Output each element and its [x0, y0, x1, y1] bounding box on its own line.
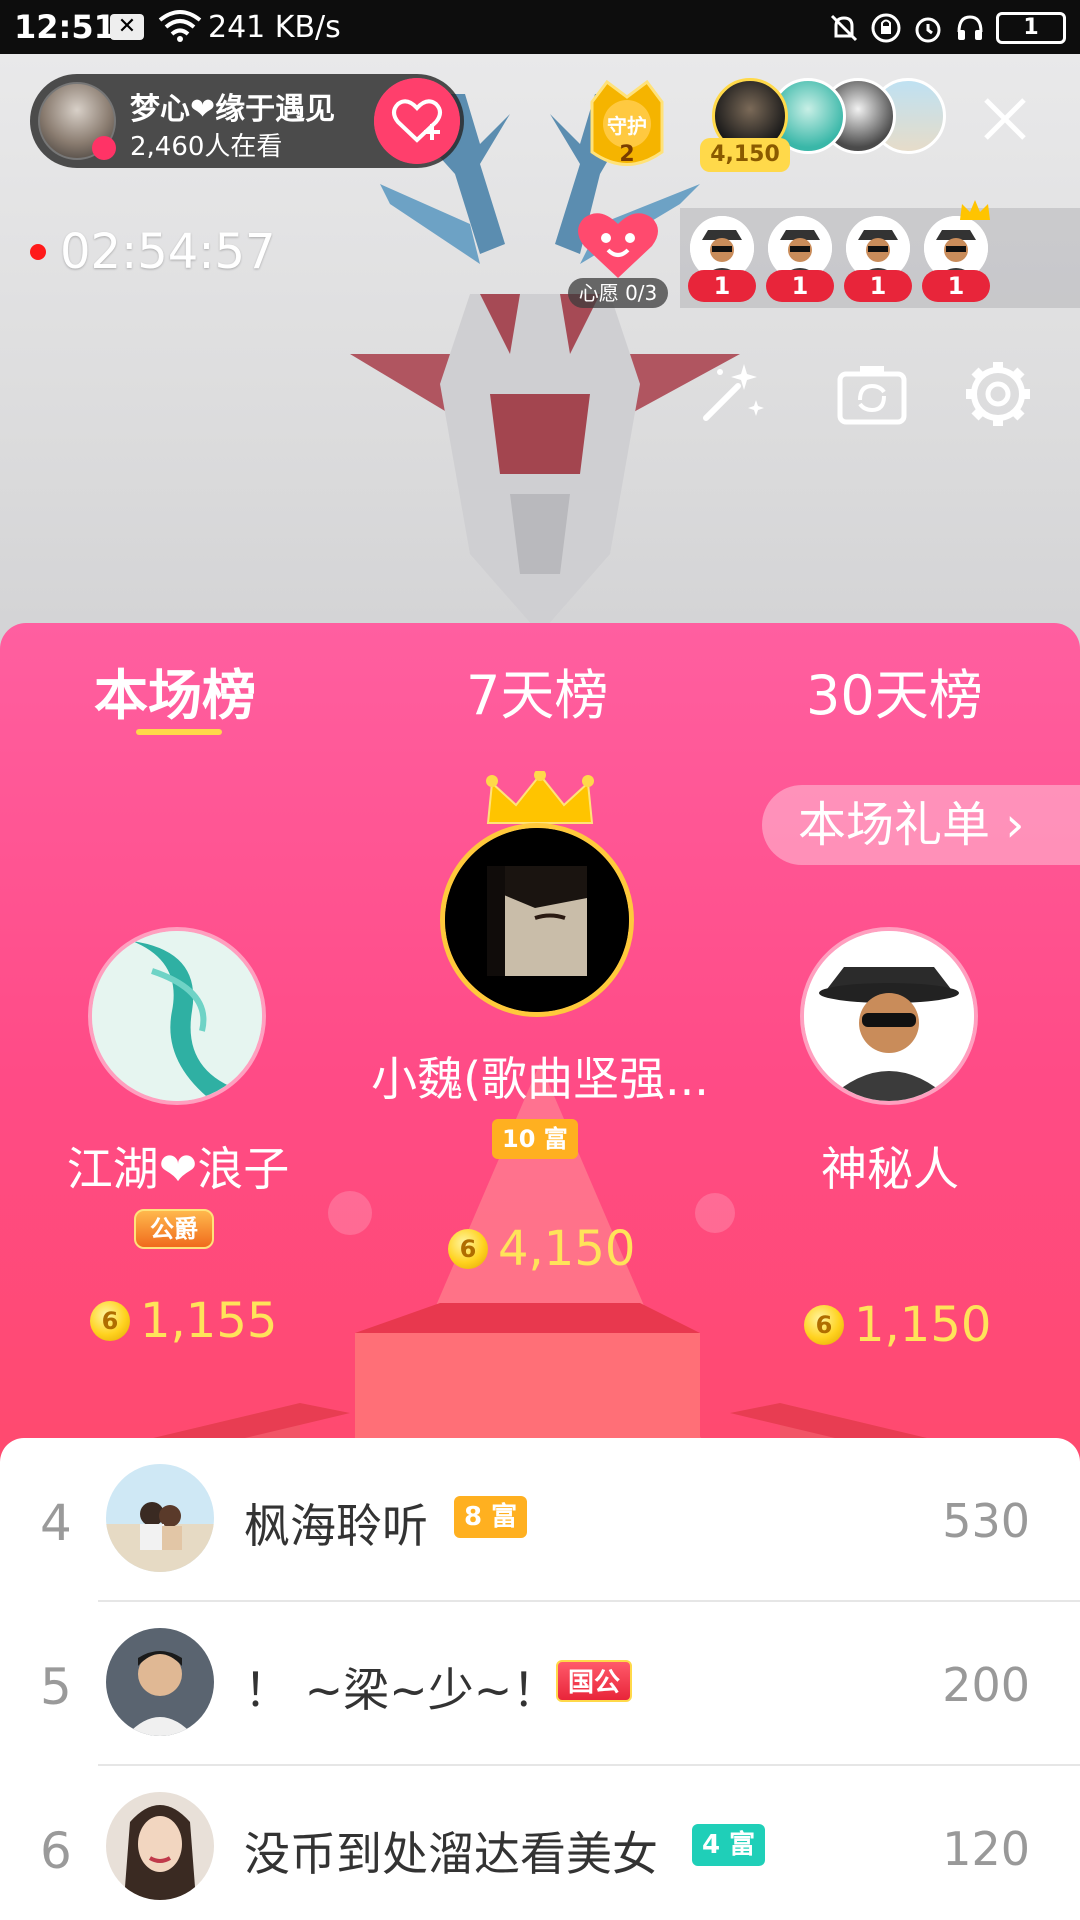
tab-30-days[interactable]: 30天榜 [806, 651, 983, 730]
recording-dot-icon [30, 244, 46, 260]
live-video[interactable]: 梦心❤缘于遇见 2,460人在看 守护 2 4,150 02:54:57 心愿 … [0, 54, 1080, 674]
guard-label: 守护 [607, 114, 647, 138]
top-fan-score: 4,150 [700, 138, 790, 172]
title-badge: 国公 [556, 1660, 633, 1702]
crown-icon [486, 771, 594, 824]
mute-bell-icon [830, 14, 858, 42]
second-place-coin-value: 1,155 [140, 1293, 278, 1349]
wish-progress: 心愿 0/3 [568, 278, 668, 308]
audience-count: 1 [766, 270, 834, 302]
live-duration: 02:54:57 [60, 224, 276, 280]
guard-count: 2 [619, 142, 635, 167]
status-time: 12:51 [14, 8, 116, 46]
third-place-coin-value: 1,150 [854, 1297, 992, 1353]
coin-icon: 6 [804, 1305, 844, 1345]
audience-item[interactable]: 1 [766, 216, 834, 302]
user-name: 没币到处溜达看美女 [244, 1827, 658, 1881]
viewer-count: 2,460人在看 [130, 132, 283, 162]
user-name: ！ ~梁~少~！ [244, 1663, 559, 1717]
top-fans[interactable]: 4,150 [700, 78, 952, 178]
user-avatar[interactable] [106, 1464, 214, 1572]
first-place-avatar[interactable] [440, 823, 634, 1017]
headphone-icon [957, 15, 983, 40]
coin-icon: 6 [448, 1229, 488, 1269]
contribution-value: 530 [942, 1494, 1030, 1548]
status-bar: 12:51 ✕ 241 KB/s 1 [0, 0, 1080, 54]
first-place-coins: 6 4,150 [448, 1221, 635, 1277]
audience-count: 1 [688, 270, 756, 302]
gift-list-button[interactable]: 本场礼单 › [762, 785, 1080, 865]
list-item[interactable]: 5 ！ ~梁~少~！ 国公 200 [0, 1602, 1080, 1766]
second-place-coins: 6 1,155 [90, 1293, 277, 1349]
first-place-photo [445, 828, 629, 1012]
second-place-photo [92, 931, 262, 1101]
wifi-icon [158, 10, 202, 42]
audience-item[interactable]: 1 [844, 216, 912, 302]
list-item[interactable]: 4 枫海聆听 8 富 530 [0, 1438, 1080, 1602]
contribution-value: 120 [942, 1822, 1030, 1876]
tab-indicator [136, 729, 222, 735]
audience-count: 1 [922, 270, 990, 302]
audience-count: 1 [844, 270, 912, 302]
guard-badge[interactable]: 守护 2 [582, 72, 672, 182]
heart-face-icon [578, 213, 658, 278]
second-place-name: 江湖❤浪子 [66, 1142, 290, 1196]
settings-gear-icon[interactable] [958, 354, 1038, 434]
user-name: 枫海聆听 [244, 1499, 428, 1553]
host-info-pill[interactable]: 梦心❤缘于遇见 2,460人在看 [30, 74, 464, 168]
wish-button[interactable]: 心愿 0/3 [568, 204, 668, 314]
third-place-avatar[interactable] [800, 927, 978, 1105]
avatar-photo-beach [106, 1464, 214, 1572]
rich-badge: 4 富 [692, 1824, 766, 1866]
coin-icon: 6 [90, 1301, 130, 1341]
audience-item[interactable]: 1 [688, 216, 756, 302]
third-place-name: 神秘人 [821, 1142, 959, 1196]
battery-icon: 1 [996, 12, 1066, 44]
user-avatar[interactable] [106, 1628, 214, 1736]
audience-item[interactable]: 1 [922, 200, 990, 302]
rank-number: 4 [40, 1494, 72, 1552]
ranking-list: 4 枫海聆听 8 富 530 5 ！ ~梁~少~！ 国公 200 6 没币到处溜… [0, 1438, 1080, 1920]
mystery-user-icon [804, 931, 974, 1101]
ranking-tabs: 本场榜 7天榜 30天榜 [0, 623, 1080, 735]
avatar-photo-man [106, 1628, 214, 1736]
host-name: 梦心❤缘于遇见 [130, 92, 336, 127]
contribution-value: 200 [942, 1658, 1030, 1712]
second-place-title-badge: 公爵 [134, 1209, 214, 1249]
alarm-icon [915, 17, 941, 43]
lock-rotation-icon [871, 13, 901, 43]
live-timer: 02:54:57 [30, 224, 276, 280]
switch-camera-icon[interactable] [832, 354, 912, 434]
notification-x-icon: ✕ [110, 14, 144, 40]
magic-wand-icon[interactable] [690, 354, 770, 434]
live-badge-icon [92, 136, 116, 160]
rich-badge: 8 富 [454, 1496, 528, 1538]
audience-strip[interactable]: 1 1 1 1 [680, 200, 1080, 308]
close-icon[interactable] [980, 94, 1030, 144]
first-place-name: 小魏(歌曲坚强... [371, 1052, 709, 1106]
small-crown-icon [960, 200, 990, 220]
host-avatar[interactable] [38, 82, 116, 160]
first-place-coin-value: 4,150 [498, 1221, 636, 1277]
list-item[interactable]: 6 没币到处溜达看美女 4 富 120 [0, 1766, 1080, 1920]
third-place-coins: 6 1,150 [804, 1297, 991, 1353]
avatar-photo-woman [106, 1792, 214, 1900]
network-speed: 241 KB/s [208, 10, 341, 45]
user-avatar[interactable] [106, 1792, 214, 1900]
follow-heart-button[interactable] [374, 78, 460, 164]
second-place-avatar[interactable] [88, 927, 266, 1105]
tab-7-days[interactable]: 7天榜 [466, 651, 608, 730]
rank-number: 5 [40, 1658, 72, 1716]
rank-number: 6 [40, 1822, 72, 1880]
tab-current-session[interactable]: 本场榜 [94, 651, 256, 730]
first-place-rich-badge: 10 富 [492, 1119, 578, 1159]
